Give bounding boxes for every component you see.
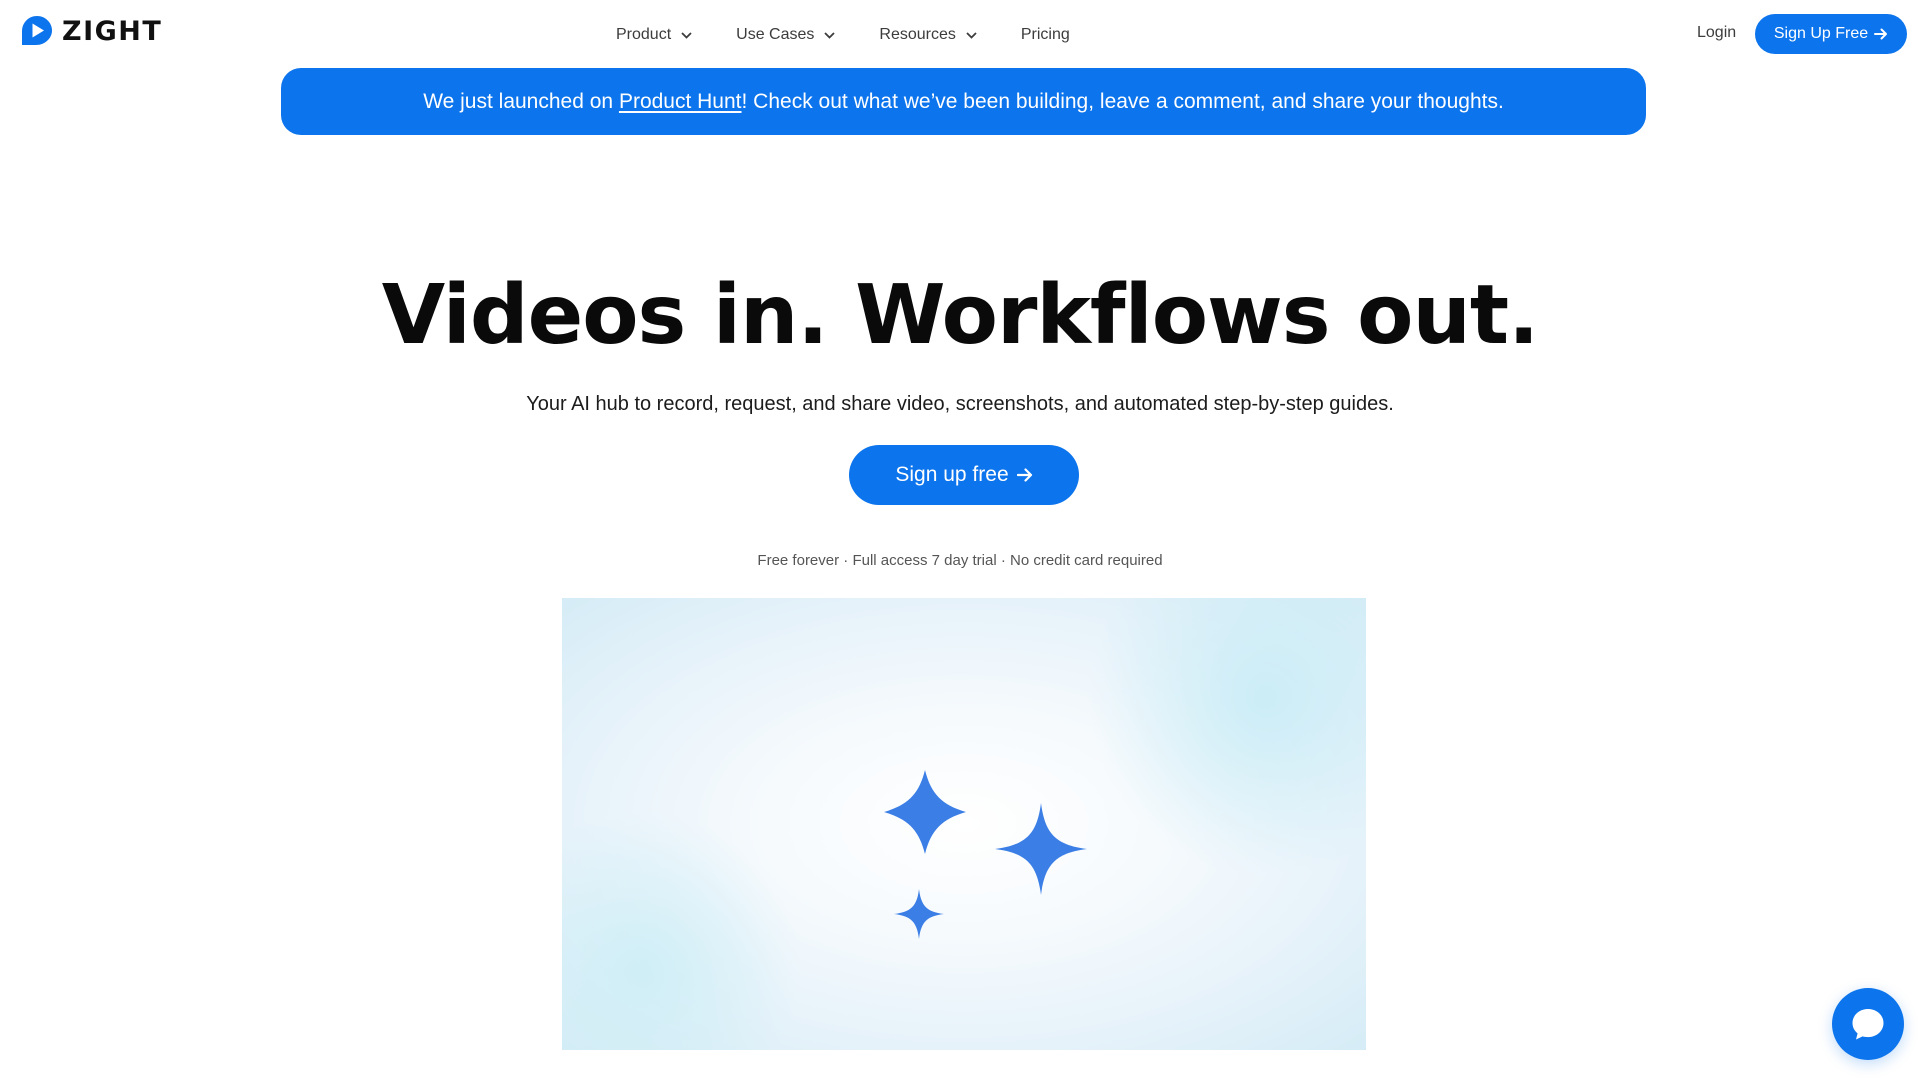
sign-up-free-label: Sign Up Free [1773,25,1869,42]
site-header: ZIGHT Product Use Cases Resources Pricin… [0,0,1920,68]
chevron-down-icon [681,31,692,39]
hero-media-panel[interactable] [562,598,1366,1050]
play-bubble-icon [22,16,52,45]
chat-launcher-button[interactable] [1832,988,1904,1060]
sign-up-free-button[interactable]: Sign Up Free [1755,14,1907,54]
product-hunt-link[interactable]: Product Hunt [619,90,742,114]
banner-text-suffix: ! Check out what we’ve been building, le… [741,89,1504,113]
sparkle-small [894,889,944,939]
nav-item-label: Use Cases [736,26,815,43]
login-link[interactable]: Login [1697,24,1736,42]
nav-item-label: Product [616,26,672,43]
hero-title: Videos in. Workflows out. [381,268,1539,363]
sparkle-medium [995,803,1087,895]
chevron-down-icon [966,31,977,39]
nav-item-product[interactable]: Product [616,20,692,50]
chevron-down-icon [824,31,836,39]
brand-name: ZIGHT [62,15,163,47]
banner-text-prefix: We just launched on [423,89,619,113]
nav-item-resources[interactable]: Resources [879,20,977,50]
hero-sign-up-label: Sign up free [895,463,1009,486]
hero-note: Free forever · Full access 7 day trial ·… [757,552,1163,569]
hero-subtitle: Your AI hub to record, request, and shar… [526,393,1394,415]
sparkles-icon [884,770,1087,939]
sparkle-large [884,770,966,854]
nav-item-label: Resources [879,26,956,43]
arrow-right-icon [1874,28,1888,40]
main-nav: Product Use Cases Resources Pricing [616,20,1070,50]
announcement-banner: We just launched on Product Hunt ! Check… [281,68,1646,135]
nav-item-pricing[interactable]: Pricing [1021,20,1070,50]
nav-item-label: Pricing [1020,26,1070,43]
chat-bubble-icon [1852,1009,1884,1040]
brand-logo[interactable]: ZIGHT [20,14,162,48]
nav-item-use-cases[interactable]: Use Cases [736,20,836,50]
hero-sign-up-button[interactable]: Sign up free [849,445,1079,505]
arrow-right-icon [1016,468,1032,482]
